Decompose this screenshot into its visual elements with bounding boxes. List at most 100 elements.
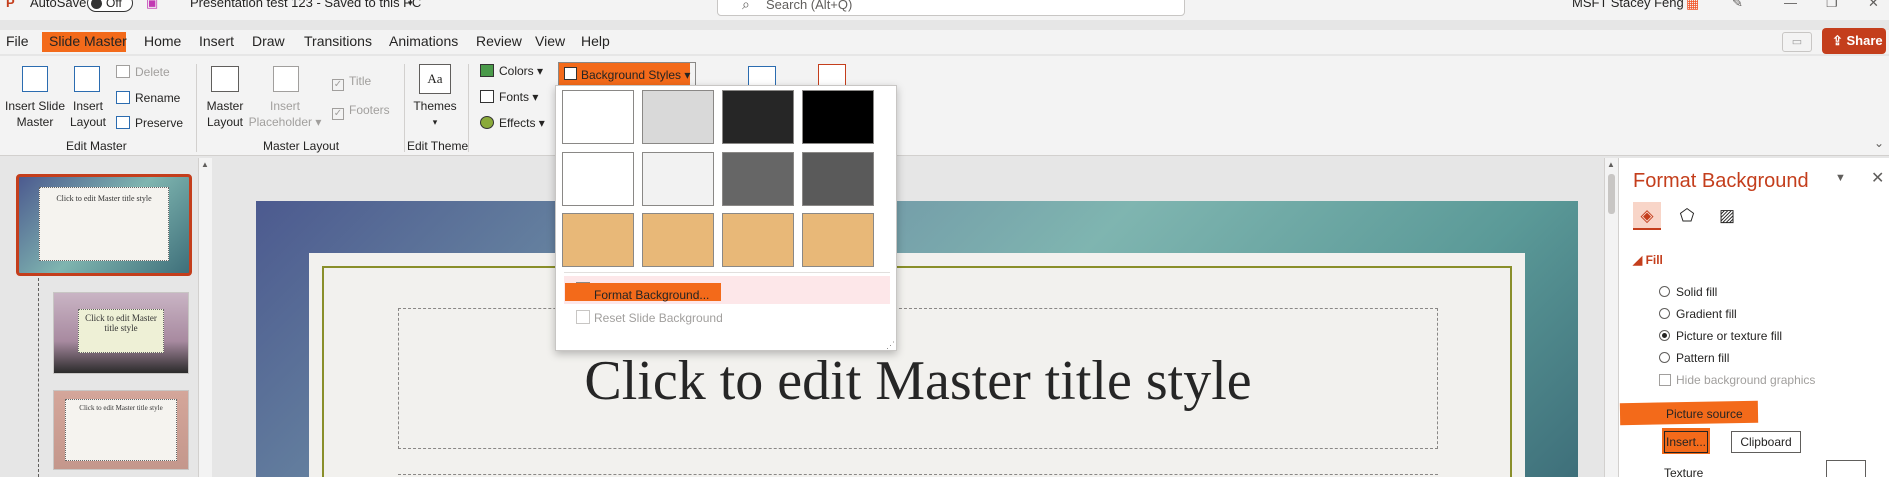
pattern-fill-radio[interactable]: Pattern fill <box>1659 351 1729 365</box>
background-style-swatch[interactable] <box>722 90 794 144</box>
pane-options-icon[interactable]: ▼ <box>1835 172 1846 184</box>
rename-button[interactable]: Rename <box>116 91 180 105</box>
tab-file[interactable]: File <box>6 33 29 49</box>
picture-tab-icon[interactable]: ▨ <box>1713 202 1741 230</box>
share-label: Share <box>1846 33 1883 48</box>
fill-section-header[interactable]: ◢ Fill <box>1633 253 1663 267</box>
btn-line1: Master <box>206 99 244 113</box>
thumbnail-title: Click to edit Master title style <box>56 193 152 203</box>
insert-picture-button[interactable]: Insert... <box>1664 431 1708 453</box>
picture-texture-fill-radio[interactable]: Picture or texture fill <box>1659 329 1782 343</box>
btn-line2: Placeholder ▾ <box>248 115 322 129</box>
radio-icon <box>1659 286 1670 297</box>
colors-button[interactable]: Colors ▾ <box>480 64 543 78</box>
background-style-swatch[interactable] <box>562 213 634 267</box>
delete-button[interactable]: Delete <box>116 65 170 79</box>
thumbnail-layout-1[interactable]: Click to edit Master title style <box>53 292 189 374</box>
toggle-knob <box>91 0 102 9</box>
close-icon[interactable]: ✕ <box>1868 0 1879 11</box>
background-styles-button[interactable]: Background Styles ▾ <box>558 62 696 86</box>
reset-background-label: Reset Slide Background <box>594 311 723 325</box>
background-style-swatch[interactable] <box>562 152 634 206</box>
checkbox-icon: ✓ <box>332 108 344 120</box>
title-checkbox[interactable]: ✓ Title <box>332 74 371 91</box>
delete-label: Delete <box>135 65 170 79</box>
tab-home[interactable]: Home <box>144 33 181 49</box>
save-icon[interactable]: ▣ <box>146 0 158 11</box>
background-styles-icon <box>564 67 577 80</box>
comments-button[interactable]: ▭ <box>1782 32 1812 52</box>
tab-transitions[interactable]: Transitions <box>304 33 372 49</box>
background-style-swatch[interactable] <box>722 213 794 267</box>
tab-review[interactable]: Review <box>476 33 522 49</box>
fonts-button[interactable]: Fonts ▾ <box>480 90 538 104</box>
clipboard-button[interactable]: Clipboard <box>1731 431 1801 453</box>
tab-help[interactable]: Help <box>581 33 610 49</box>
effects-tab-icon[interactable]: ⬠ <box>1673 202 1701 230</box>
background-style-swatch[interactable] <box>642 90 714 144</box>
btn-line2: Layout <box>206 115 244 129</box>
collapse-ribbon-icon[interactable]: ⌄ <box>1874 136 1884 150</box>
background-style-swatch[interactable] <box>802 152 874 206</box>
effects-label: Effects <box>499 116 536 130</box>
thumbnail-layout-2[interactable]: Click to edit Master title style <box>53 390 189 470</box>
insert-layout-icon <box>74 66 100 92</box>
solid-fill-radio[interactable]: Solid fill <box>1659 285 1717 299</box>
background-style-swatch[interactable] <box>562 90 634 144</box>
autosave-toggle[interactable]: Off <box>87 0 133 12</box>
tab-slide-master[interactable]: Slide Master <box>49 33 127 49</box>
reset-slide-background-menu-item[interactable]: Reset Slide Background <box>564 304 890 332</box>
background-style-swatch[interactable] <box>802 90 874 144</box>
background-style-swatch[interactable] <box>642 152 714 206</box>
texture-picker[interactable] <box>1826 460 1866 477</box>
insert-layout-button[interactable]: Insert Layout <box>68 98 108 130</box>
document-title[interactable]: Presentation test 123 - Saved to this PC <box>190 0 421 10</box>
tab-draw[interactable]: Draw <box>252 33 285 49</box>
background-style-swatch[interactable] <box>722 152 794 206</box>
themes-button[interactable]: Themes ▾ <box>410 98 460 130</box>
thumbnail-master[interactable]: Click to edit Master title style <box>16 174 192 276</box>
minimize-icon[interactable]: — <box>1784 0 1797 10</box>
chevron-down-icon[interactable]: ▾ <box>408 0 413 9</box>
master-layout-button[interactable]: Master Layout <box>204 98 246 130</box>
microsoft-logo-icon: ▦ <box>1686 0 1700 11</box>
user-name[interactable]: MSFT Stacey Feng <box>1572 0 1684 10</box>
footers-checkbox[interactable]: ✓ Footers <box>332 103 390 120</box>
search-input[interactable]: ⌕ Search (Alt+Q) <box>717 0 1185 16</box>
themes-icon: Aa <box>419 64 451 94</box>
insert-slide-master-button[interactable]: Insert Slide Master <box>4 98 66 130</box>
tab-insert[interactable]: Insert <box>199 33 234 49</box>
colors-icon <box>480 64 494 77</box>
insert-placeholder-button[interactable]: Insert Placeholder ▾ <box>248 98 322 130</box>
format-background-label: Format Background... <box>594 288 710 302</box>
share-button[interactable]: ⇪ Share <box>1822 28 1886 54</box>
title-placeholder[interactable]: Click to edit Master title style <box>398 308 1438 449</box>
scroll-up-icon[interactable]: ▲ <box>201 160 209 169</box>
group-label-master-layout: Master Layout <box>263 139 340 153</box>
preserve-button[interactable]: Preserve <box>116 116 183 130</box>
tab-animations[interactable]: Animations <box>389 33 458 49</box>
btn-line2-text: Placeholder <box>248 115 312 129</box>
checkbox-icon: ✓ <box>332 79 344 91</box>
background-style-swatch[interactable] <box>802 213 874 267</box>
thumbnail-scrollbar[interactable]: ▲ <box>198 158 212 477</box>
insert-placeholder-icon <box>273 66 299 92</box>
tab-view[interactable]: View <box>535 33 565 49</box>
scroll-up-icon[interactable]: ▲ <box>1607 160 1615 169</box>
rename-icon <box>116 91 130 104</box>
hide-background-graphics-checkbox[interactable]: Hide background graphics <box>1659 373 1815 387</box>
resize-grip-icon[interactable]: ⋰ <box>886 340 895 351</box>
pane-title: Format Background <box>1633 170 1809 192</box>
background-style-swatch[interactable] <box>642 213 714 267</box>
canvas-scrollbar[interactable]: ▲ <box>1604 158 1618 477</box>
colors-label: Colors <box>499 64 534 78</box>
fill-tab-icon[interactable]: ◈ <box>1633 202 1661 230</box>
close-pane-icon[interactable]: ✕ <box>1871 168 1884 188</box>
effects-button[interactable]: Effects ▾ <box>480 116 545 130</box>
autosave-label: AutoSave <box>30 0 87 10</box>
scrollbar-thumb[interactable] <box>1608 174 1615 214</box>
footers-label: Footers <box>349 103 390 117</box>
restore-icon[interactable]: ❐ <box>1826 0 1838 11</box>
gradient-fill-radio[interactable]: Gradient fill <box>1659 307 1737 321</box>
pen-icon[interactable]: ✎ <box>1732 0 1743 11</box>
